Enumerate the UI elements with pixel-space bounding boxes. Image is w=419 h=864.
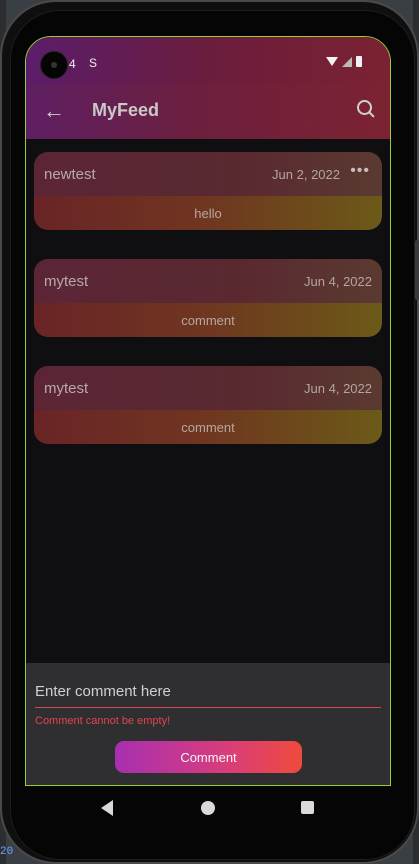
- feed-card[interactable]: newtest Jun 2, 2022 ••• hello: [34, 152, 382, 230]
- battery-icon: [356, 56, 362, 67]
- status-icons: [326, 56, 362, 67]
- error-message: Comment cannot be empty!: [35, 715, 171, 727]
- camera-cutout: [40, 51, 68, 79]
- nav-back-icon[interactable]: [101, 800, 113, 816]
- card-date: Jun 4, 2022: [304, 381, 372, 396]
- more-icon[interactable]: •••: [350, 162, 370, 180]
- status-bar: 4 S: [26, 37, 390, 83]
- page-title: MyFeed: [92, 100, 160, 120]
- system-nav-bar: [25, 786, 391, 832]
- search-icon[interactable]: [354, 97, 380, 123]
- app-bar: ← MyFeed: [26, 83, 390, 139]
- card-date: Jun 4, 2022: [304, 274, 372, 289]
- status-number: 4: [69, 57, 76, 71]
- feed-card[interactable]: mytest Jun 4, 2022 comment: [34, 366, 382, 444]
- card-username: mytest: [44, 273, 89, 290]
- wifi-icon: [326, 57, 338, 66]
- nav-recents-icon[interactable]: [301, 801, 314, 814]
- comment-input[interactable]: [35, 675, 381, 708]
- card-date: Jun 2, 2022: [272, 167, 340, 182]
- app-screen: 4 S ← MyFeed newtest Jun 2, 2022 ••• hel…: [25, 36, 391, 786]
- desktop-edge-number: 20: [0, 846, 14, 858]
- signal-icon: [342, 56, 352, 67]
- card-username: newtest: [44, 166, 96, 183]
- card-body: comment: [181, 313, 235, 328]
- status-s-icon: S: [89, 56, 98, 70]
- card-body: hello: [194, 206, 222, 221]
- arrow-left-icon[interactable]: ←: [40, 97, 68, 125]
- nav-home-icon[interactable]: [201, 801, 215, 815]
- comment-button[interactable]: Comment: [115, 741, 302, 773]
- phone-side-button: [415, 240, 419, 300]
- comment-composer: Comment cannot be empty! Comment: [26, 663, 390, 785]
- card-username: mytest: [44, 380, 89, 397]
- feed-card[interactable]: mytest Jun 4, 2022 comment: [34, 259, 382, 337]
- card-body: comment: [181, 420, 235, 435]
